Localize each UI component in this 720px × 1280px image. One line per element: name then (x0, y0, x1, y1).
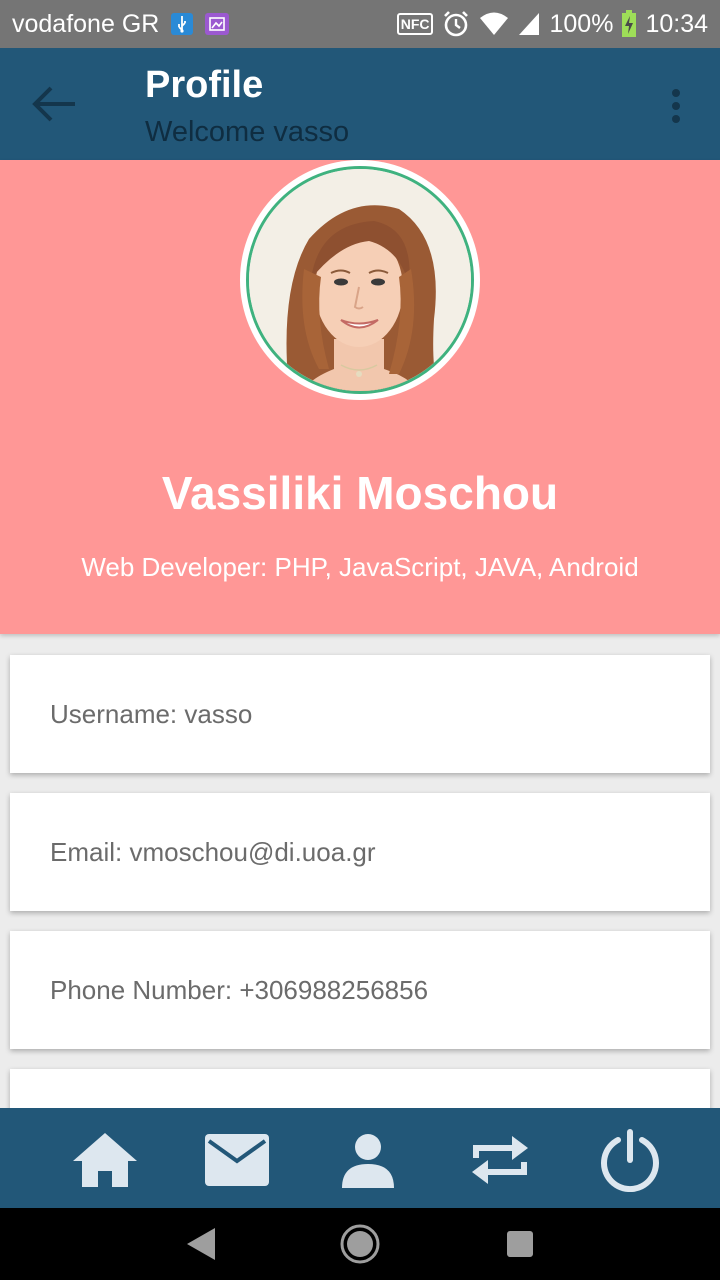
wifi-icon (479, 11, 509, 37)
nav-sync-button[interactable] (464, 1128, 536, 1192)
screen: vodafone GR NFC 100% 10:34 Profile Welco… (0, 0, 720, 1280)
profile-role: Web Developer: PHP, JavaScript, JAVA, An… (81, 552, 639, 582)
carrier-label: vodafone GR (12, 9, 160, 38)
phone-text: Phone Number: +306988256856 (50, 974, 429, 1005)
page-title: Profile (145, 64, 264, 106)
email-text: Email: vmoschou@di.uoa.gr (50, 836, 376, 867)
system-home-button[interactable] (338, 1222, 382, 1266)
circle-home-icon (340, 1224, 380, 1264)
username-text: Username: vasso (50, 698, 253, 729)
triangle-back-icon (187, 1228, 215, 1260)
page-subtitle: Welcome vasso (145, 116, 350, 148)
battery-charging-icon (621, 10, 637, 38)
status-left: vodafone GR (12, 9, 230, 39)
system-recents-button[interactable] (498, 1222, 542, 1266)
repeat-icon (472, 1136, 528, 1184)
profile-header: Vassiliki Moschou Web Developer: PHP, Ja… (0, 160, 720, 634)
back-button[interactable] (26, 80, 82, 128)
nav-mail-button[interactable] (201, 1128, 273, 1192)
phone-card: Phone Number: +306988256856 (10, 931, 710, 1049)
usb-icon (171, 13, 194, 35)
avatar-photo (246, 166, 474, 394)
system-back-button[interactable] (178, 1222, 222, 1266)
alarm-icon (441, 9, 471, 39)
person-icon (342, 1134, 394, 1188)
nfc-icon: NFC (396, 13, 434, 35)
image-icon (205, 13, 230, 35)
username-card: Username: vasso (10, 655, 710, 773)
nav-home-button[interactable] (69, 1128, 141, 1192)
battery-percent: 100% (549, 9, 614, 38)
system-nav-bar (0, 1208, 720, 1280)
arrow-back-icon (32, 86, 75, 122)
bottom-nav (0, 1108, 720, 1208)
avatar[interactable] (240, 160, 480, 400)
signal-icon (517, 11, 541, 37)
clock-time: 10:34 (645, 9, 708, 38)
more-vert-icon (672, 89, 680, 123)
email-card: Email: vmoschou@di.uoa.gr (10, 793, 710, 911)
nav-profile-button[interactable] (332, 1128, 404, 1192)
home-icon (73, 1133, 137, 1187)
profile-name: Vassiliki Moschou (161, 467, 559, 519)
overflow-menu-button[interactable] (658, 86, 694, 126)
status-right: NFC 100% 10:34 (396, 9, 708, 39)
mail-icon (205, 1134, 269, 1186)
nav-logout-button[interactable] (594, 1128, 666, 1192)
app-bar: Profile Welcome vasso (0, 48, 720, 160)
square-recents-icon (507, 1231, 533, 1257)
power-icon (601, 1129, 659, 1192)
status-bar: vodafone GR NFC 100% 10:34 (0, 0, 720, 48)
